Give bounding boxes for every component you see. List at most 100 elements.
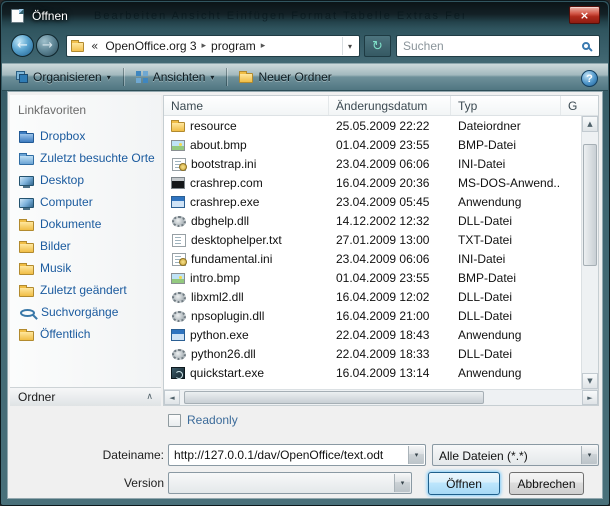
- search-input[interactable]: [397, 39, 582, 53]
- scroll-right-icon[interactable]: ►: [582, 390, 598, 405]
- file-row[interactable]: fundamental.ini23.04.2009 06:06INI-Datei: [164, 249, 581, 268]
- search-icon[interactable]: [582, 42, 590, 50]
- filetype-dropdown-icon[interactable]: ▾: [581, 446, 597, 464]
- sidebar-item-desktop[interactable]: Desktop: [10, 169, 161, 191]
- file-row[interactable]: crashrep.com16.04.2009 20:36MS-DOS-Anwen…: [164, 173, 581, 192]
- sidebar-item-dokumente[interactable]: Dokumente: [10, 213, 161, 235]
- horizontal-scroll-thumb[interactable]: [184, 391, 484, 404]
- file-type: INI-Datei: [451, 157, 561, 171]
- sidebar-item-label: Öffentlich: [40, 327, 90, 341]
- sidebar-item-musik[interactable]: Musik: [10, 257, 161, 279]
- toolbar-separator: [123, 68, 124, 86]
- sidebar-item-zuletzt-besuchte-orte[interactable]: Zuletzt besuchte Orte: [10, 147, 161, 169]
- file-row[interactable]: libxml2.dll16.04.2009 12:02DLL-Datei: [164, 287, 581, 306]
- back-button[interactable]: ←: [11, 34, 34, 57]
- sidebar-item-label: Suchvorgänge: [41, 305, 118, 319]
- column-header[interactable]: Name: [164, 96, 329, 115]
- filename-label: Dateiname:: [48, 448, 164, 462]
- search-box: [396, 35, 600, 57]
- column-header[interactable]: Typ: [451, 96, 561, 115]
- views-button[interactable]: Ansichten ▾: [128, 67, 223, 87]
- doc-icon: [172, 234, 186, 247]
- scroll-down-icon[interactable]: ▼: [582, 373, 598, 389]
- open-dialog: Öffnen Bearbeiten Ansicht Einfügen Forma…: [0, 0, 610, 506]
- file-date: 22.04.2009 18:33: [329, 347, 451, 361]
- address-dropdown-icon[interactable]: ▾: [342, 37, 357, 55]
- sidebar-item-suchvorg-nge[interactable]: Suchvorgänge: [10, 301, 161, 323]
- address-bar[interactable]: « OpenOffice.org 3 ▸ program ▸ ▾: [66, 35, 360, 57]
- filetype-value: Alle Dateien (*.*): [439, 449, 578, 463]
- file-type: Dateiordner: [451, 119, 561, 133]
- organize-button[interactable]: Organisieren ▾: [8, 67, 119, 87]
- sidebar-item-bilder[interactable]: Bilder: [10, 235, 161, 257]
- open-button[interactable]: Öffnen: [428, 472, 500, 495]
- breadcrumb-current[interactable]: program: [207, 37, 260, 55]
- file-row[interactable]: python26.dll22.04.2009 18:33DLL-Datei: [164, 344, 581, 363]
- breadcrumb-overflow[interactable]: «: [91, 39, 98, 53]
- quickstart-icon: [171, 367, 185, 379]
- dll-icon: [172, 311, 186, 322]
- file-row[interactable]: dbghelp.dll14.12.2002 12:32DLL-Datei: [164, 211, 581, 230]
- forward-button[interactable]: →: [36, 34, 59, 57]
- file-row[interactable]: crashrep.exe23.04.2009 05:45Anwendung: [164, 192, 581, 211]
- file-row[interactable]: intro.bmp01.04.2009 23:55BMP-Datei: [164, 268, 581, 287]
- file-row[interactable]: quickstart.exe16.04.2009 13:14Anwendung: [164, 363, 581, 382]
- vertical-scroll-thumb[interactable]: [583, 144, 597, 266]
- version-select[interactable]: ▾: [168, 472, 412, 494]
- file-date: 16.04.2009 13:14: [329, 366, 451, 380]
- file-name: libxml2.dll: [191, 290, 244, 304]
- file-row[interactable]: desktophelper.txt27.01.2009 13:00TXT-Dat…: [164, 230, 581, 249]
- file-row[interactable]: bootstrap.ini23.04.2009 06:06INI-Datei: [164, 154, 581, 173]
- readonly-row: Readonly: [168, 412, 238, 428]
- vertical-scrollbar[interactable]: ▲ ▼: [581, 116, 598, 389]
- file-list: NameÄnderungsdatumTypG resource25.05.200…: [163, 95, 599, 406]
- toolbar-separator: [226, 68, 227, 86]
- sidebar-item-ffentlich[interactable]: Öffentlich: [10, 323, 161, 345]
- scroll-up-icon[interactable]: ▲: [582, 116, 598, 132]
- recent-places-icon: [19, 155, 34, 165]
- file-type: TXT-Datei: [451, 233, 561, 247]
- public-icon: [19, 331, 34, 341]
- filename-input[interactable]: [170, 446, 406, 464]
- dll-icon: [172, 349, 186, 360]
- filetype-select[interactable]: Alle Dateien (*.*) ▾: [432, 444, 599, 466]
- file-name: npsoplugin.dll: [191, 309, 264, 323]
- sidebar-item-computer[interactable]: Computer: [10, 191, 161, 213]
- help-button[interactable]: ?: [581, 70, 598, 87]
- file-type: BMP-Datei: [451, 138, 561, 152]
- close-button[interactable]: ×: [569, 6, 600, 24]
- dll-icon: [172, 292, 186, 303]
- folder-icon: [171, 122, 185, 132]
- cancel-button[interactable]: Abbrechen: [509, 472, 584, 495]
- file-row[interactable]: about.bmp01.04.2009 23:55BMP-Datei: [164, 135, 581, 154]
- readonly-checkbox[interactable]: [168, 414, 181, 427]
- background-menubar: Bearbeiten Ansicht Einfügen Format Tabel…: [94, 10, 464, 22]
- file-row[interactable]: npsoplugin.dll16.04.2009 21:00DLL-Datei: [164, 306, 581, 325]
- column-header[interactable]: Änderungsdatum: [329, 96, 451, 115]
- sidebar-item-zuletzt-ge-ndert[interactable]: Zuletzt geändert: [10, 279, 161, 301]
- version-dropdown-icon[interactable]: ▾: [394, 474, 410, 492]
- file-name: python26.dll: [191, 347, 256, 361]
- file-date: 23.04.2009 06:06: [329, 252, 451, 266]
- column-header[interactable]: G: [561, 96, 598, 115]
- sidebar-item-dropbox[interactable]: Dropbox: [10, 125, 161, 147]
- folders-expander[interactable]: Ordner ∧: [10, 387, 161, 406]
- breadcrumb-separator-icon[interactable]: ▸: [260, 41, 267, 51]
- recent-changed-icon: [19, 287, 34, 297]
- sidebar-item-label: Dokumente: [40, 217, 101, 231]
- dos-icon: [171, 177, 185, 189]
- file-row[interactable]: python.exe22.04.2009 18:43Anwendung: [164, 325, 581, 344]
- dialog-client-area: Linkfavoriten DropboxZuletzt besuchte Or…: [7, 91, 603, 499]
- file-date: 14.12.2002 12:32: [329, 214, 451, 228]
- filename-dropdown-icon[interactable]: ▾: [408, 446, 424, 464]
- file-name: resource: [190, 119, 237, 133]
- file-row[interactable]: resource25.05.2009 22:22Dateiordner: [164, 116, 581, 135]
- file-name: bootstrap.ini: [191, 157, 256, 171]
- readonly-label[interactable]: Readonly: [187, 413, 238, 427]
- scroll-left-icon[interactable]: ◄: [164, 390, 180, 405]
- horizontal-scrollbar[interactable]: ◄ ►: [164, 389, 598, 405]
- titlebar[interactable]: Öffnen Bearbeiten Ansicht Einfügen Forma…: [2, 2, 608, 29]
- new-folder-button[interactable]: Neuer Ordner: [231, 67, 339, 87]
- breadcrumb-root[interactable]: OpenOffice.org 3: [101, 37, 200, 55]
- refresh-button[interactable]: ↻: [364, 35, 391, 57]
